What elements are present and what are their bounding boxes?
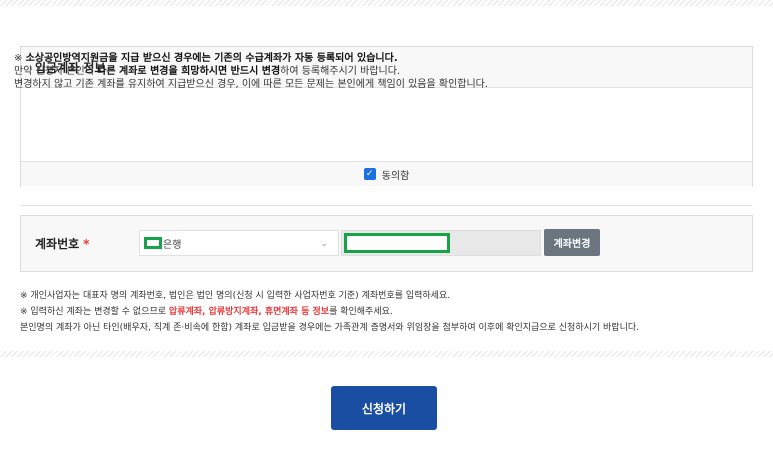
agree-row[interactable]: ✓ 동의함	[21, 161, 752, 186]
guide-text: ※ 개인사업자는 대표자 명의 계좌번호, 법인은 법인 명의(신청 시 입력한…	[20, 288, 765, 336]
notice-line-1: ※ 소상공인방역지원금을 지급 받으신 경우에는 기존의 수급계좌가 자동 등록…	[14, 53, 398, 64]
bottom-divider	[0, 351, 773, 357]
notice-line-3: 변경하지 않고 기존 계좌를 유지하여 지급받으신 경우, 이에 따른 모든 문…	[14, 79, 489, 90]
account-number-input[interactable]	[341, 230, 541, 256]
agree-label[interactable]: 동의함	[382, 167, 410, 182]
bank-name-redacted	[144, 237, 162, 249]
guide-line-2: ※ 입력하신 계좌는 변경할 수 없으므로 압류계좌, 압류방지계좌, 휴면계좌…	[20, 307, 393, 317]
top-divider	[0, 0, 773, 6]
required-mark: *	[83, 237, 90, 251]
agree-checkbox[interactable]: ✓	[363, 168, 376, 180]
chevron-down-icon: ⌄	[320, 239, 328, 249]
bank-suffix: 은행	[163, 239, 182, 251]
change-account-button[interactable]: 계좌변경	[544, 229, 600, 256]
account-number-label: 계좌번호 *	[35, 237, 90, 251]
bank-select[interactable]: 은행 ⌄	[139, 230, 339, 256]
notice-line-2: 만약 신청자 본인의 다른 계좌로 변경을 희망하시면 반드시 변경하여 등록해…	[14, 66, 401, 77]
account-number-row: 계좌번호 * 은행 ⌄ 계좌변경	[20, 215, 753, 272]
notice-text: ※ 소상공인방역지원금을 지급 받으신 경우에는 기존의 수급계좌가 자동 등록…	[14, 52, 714, 91]
guide-line-3: 본인명의 계좌가 아닌 타인(배우자, 직계 존·비속에 한함) 계좌로 입금받…	[20, 323, 640, 333]
check-icon: ✓	[365, 168, 374, 179]
submit-button[interactable]: 신청하기	[331, 386, 437, 430]
notice-box	[21, 87, 752, 206]
account-number-redacted	[344, 233, 450, 253]
guide-line-1: ※ 개인사업자는 대표자 명의 계좌번호, 법인은 법인 명의(신청 시 입력한…	[20, 291, 451, 301]
